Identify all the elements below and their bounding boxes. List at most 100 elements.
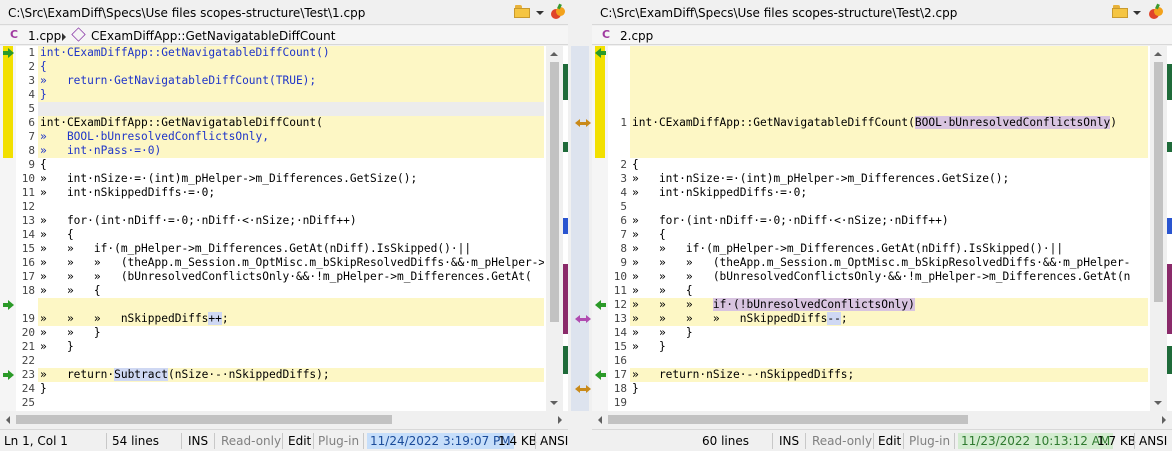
code-line: » » » nSkippedDiffs++; xyxy=(40,312,229,325)
scroll-thumb[interactable] xyxy=(1154,62,1163,302)
fruit-icon[interactable] xyxy=(550,3,566,20)
line-number: 3 xyxy=(620,172,627,185)
breadcrumb-file[interactable]: 1.cpp xyxy=(28,29,61,43)
function-cube-icon xyxy=(71,27,86,42)
code-line: } xyxy=(40,88,47,101)
left-vertical-scrollbar[interactable] xyxy=(546,46,563,411)
code-line: » { xyxy=(40,228,74,241)
folder-open-icon[interactable] xyxy=(1112,5,1128,18)
left-line-number-labels: 1 2 3 4 5 6 7 8 9 10 11 12 13 14 15 16 1… xyxy=(16,46,38,411)
code-line: » » if·(m_pHelper->m_Differences.GetAt(n… xyxy=(632,242,1064,255)
scroll-right-icon[interactable] xyxy=(1162,416,1166,424)
line-number: 18 xyxy=(21,284,35,297)
code-line: » » } xyxy=(40,326,101,339)
left-breadcrumb: C 1.cpp CExamDiffApp::GetNavigatableDiff… xyxy=(0,26,568,45)
line-number: 8 xyxy=(28,144,35,157)
diff-arrow-icon[interactable] xyxy=(595,48,606,58)
plugin-toggle[interactable]: Plug-in xyxy=(909,433,950,449)
link-arrow-icon[interactable] xyxy=(575,119,591,128)
left-code[interactable]: int·CExamDiffApp::GetNavigatableDiffCoun… xyxy=(38,46,544,411)
code-text: int·CExamDiffApp::GetNavigatableDiffCoun… xyxy=(632,116,1117,129)
diff-arrow-icon[interactable] xyxy=(595,300,606,310)
breadcrumb-file[interactable]: 2.cpp xyxy=(620,29,653,43)
left-status-bar: Ln 1, Col 1 54 lines INS Read-only Edit … xyxy=(0,429,568,451)
line-number: 22 xyxy=(21,354,35,367)
fruit-icon[interactable] xyxy=(1148,3,1164,20)
left-path-bar: C:\Src\ExamDiff\Specs\Use files scopes-s… xyxy=(0,0,568,25)
scroll-up-icon[interactable] xyxy=(1154,52,1162,56)
line-number: 14 xyxy=(613,326,627,339)
breadcrumb-function[interactable]: CExamDiffApp::GetNavigatableDiffCount xyxy=(91,29,335,43)
line-number: 20 xyxy=(21,326,35,339)
cpp-file-icon: C xyxy=(10,28,19,41)
encoding[interactable]: ANSI xyxy=(1139,433,1167,449)
line-number: 16 xyxy=(613,354,627,367)
code-line: » » » (theApp.m_Session.m_OptMisc.m_bSki… xyxy=(632,256,1131,269)
left-file-path[interactable]: C:\Src\ExamDiff\Specs\Use files scopes-s… xyxy=(8,6,365,20)
scroll-up-icon[interactable] xyxy=(550,52,558,56)
edit-toggle[interactable]: Edit xyxy=(878,433,901,449)
line-number: 8 xyxy=(620,242,627,255)
readonly-toggle[interactable]: Read-only xyxy=(221,433,281,449)
line-number: 2 xyxy=(28,60,35,73)
scroll-left-icon[interactable] xyxy=(6,416,10,424)
scroll-thumb[interactable] xyxy=(608,415,968,424)
line-number: 5 xyxy=(620,200,627,213)
line-number: 9 xyxy=(28,158,35,171)
scroll-right-icon[interactable] xyxy=(558,416,562,424)
left-editor[interactable]: int·CExamDiffApp::GetNavigatableDiffCoun… xyxy=(0,46,568,411)
file-size: 1.7 KB xyxy=(1097,434,1136,448)
line-number: 9 xyxy=(620,256,627,269)
cursor-position: Ln 1, Col 1 xyxy=(4,434,68,448)
right-path-bar: C:\Src\ExamDiff\Specs\Use files scopes-s… xyxy=(592,0,1172,25)
line-number: 16 xyxy=(21,256,35,269)
scroll-down-icon[interactable] xyxy=(550,401,558,405)
encoding[interactable]: ANSI xyxy=(540,433,568,449)
code-line: » int·nSkippedDiffs·=·0; xyxy=(40,186,216,199)
code-line: » » » (theApp.m_Session.m_OptMisc.m_bSki… xyxy=(40,256,544,269)
chevron-down-icon[interactable] xyxy=(536,11,544,15)
line-number: 12 xyxy=(613,298,627,311)
scroll-left-icon[interactable] xyxy=(598,416,602,424)
plugin-toggle[interactable]: Plug-in xyxy=(318,433,359,449)
right-diff-overview[interactable] xyxy=(1167,46,1172,411)
line-number: 15 xyxy=(21,242,35,255)
readonly-toggle[interactable]: Read-only xyxy=(812,433,872,449)
code-line: int·CExamDiffApp::GetNavigatableDiffCoun… xyxy=(40,46,330,59)
code-line: } xyxy=(40,382,47,395)
line-number: 3 xyxy=(28,74,35,87)
right-code[interactable]: int·CExamDiffApp::GetNavigatableDiffCoun… xyxy=(630,46,1148,411)
right-file-path[interactable]: C:\Src\ExamDiff\Specs\Use files scopes-s… xyxy=(600,6,957,20)
right-vertical-scrollbar[interactable] xyxy=(1150,46,1167,411)
diff-arrow-icon[interactable] xyxy=(595,370,606,380)
right-horizontal-scrollbar[interactable] xyxy=(592,411,1172,428)
code-line: » int·nSkippedDiffs·=·0; xyxy=(632,186,808,199)
line-number: 1 xyxy=(620,116,627,129)
diff-arrow-icon[interactable] xyxy=(3,48,14,58)
folder-open-icon[interactable] xyxy=(514,5,530,18)
chevron-down-icon[interactable] xyxy=(1133,11,1141,15)
left-horizontal-scrollbar[interactable] xyxy=(0,411,568,428)
insert-mode[interactable]: INS xyxy=(188,433,208,449)
scroll-down-icon[interactable] xyxy=(1154,401,1162,405)
right-editor[interactable]: int·CExamDiffApp::GetNavigatableDiffCoun… xyxy=(592,46,1172,411)
line-number: 11 xyxy=(613,284,627,297)
breadcrumb-separator-icon xyxy=(62,33,66,41)
diff-arrow-icon[interactable] xyxy=(3,370,14,380)
line-number: 17 xyxy=(613,368,627,381)
diff-highlight: ++ xyxy=(208,312,222,325)
line-number: 4 xyxy=(620,186,627,199)
code-line: int·CExamDiffApp::GetNavigatableDiffCoun… xyxy=(630,116,1148,130)
edit-toggle[interactable]: Edit xyxy=(288,433,311,449)
link-arrow-icon[interactable] xyxy=(575,315,591,324)
link-arrow-icon[interactable] xyxy=(575,385,591,394)
diff-arrow-icon[interactable] xyxy=(3,300,14,310)
insert-mode[interactable]: INS xyxy=(779,433,799,449)
code-line: » int·nSize·=·(int)m_pHelper->m_Differen… xyxy=(40,172,418,185)
scroll-thumb[interactable] xyxy=(550,62,559,322)
code-line: { xyxy=(40,60,47,73)
scroll-thumb[interactable] xyxy=(16,415,392,424)
